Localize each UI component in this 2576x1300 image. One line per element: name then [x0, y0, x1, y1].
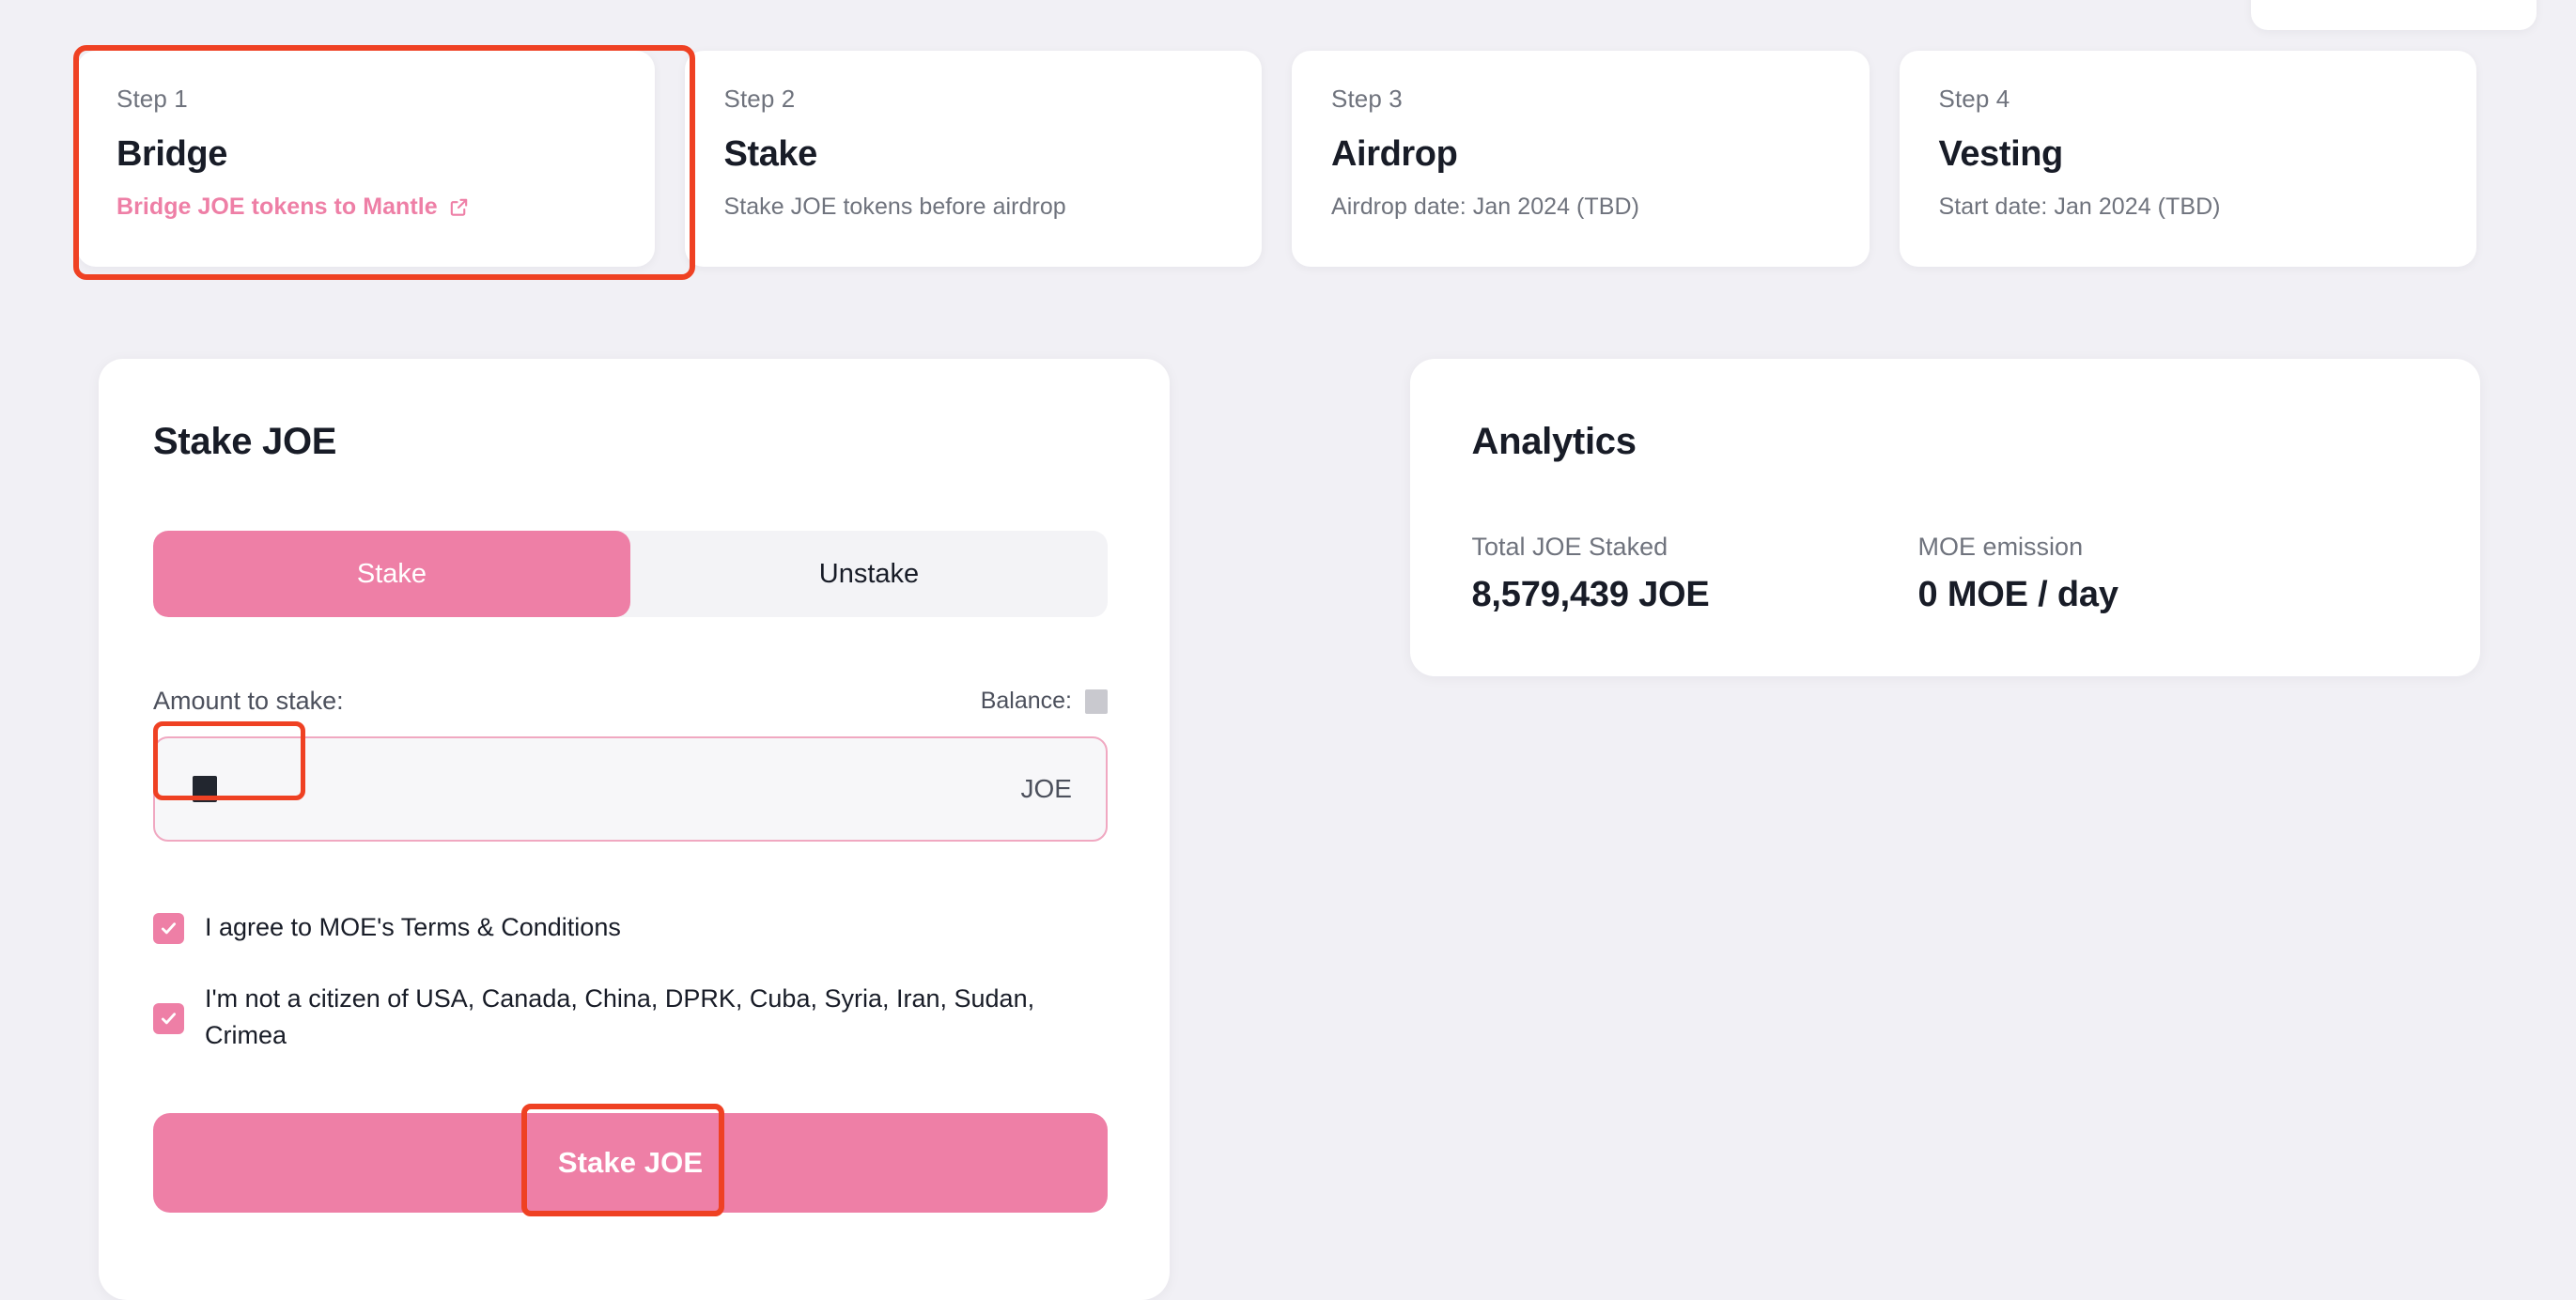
step-4-eyebrow: Step 4	[1938, 85, 2010, 113]
metric-moe-emission-value: 0 MOE / day	[1917, 575, 2118, 614]
stake-button-wrap: Stake JOE	[153, 1103, 1108, 1216]
stake-panel: Stake JOE Stake Unstake Amount to stake:…	[99, 359, 1170, 1300]
terms-checkbox[interactable]	[153, 913, 184, 944]
metric-total-joe-staked-label: Total JOE Staked	[1471, 533, 1668, 561]
analytics-panel: Analytics Total JOE Staked 8,579,439 JOE…	[1409, 359, 2480, 676]
step-3-desc: Airdrop date: Jan 2024 (TBD)	[1331, 193, 1639, 220]
analytics-metrics: Total JOE Staked 8,579,439 JOE MOE emiss…	[1472, 533, 2419, 615]
step-card-2[interactable]: Step 2 Stake Stake JOE tokens before air…	[684, 51, 1262, 267]
metric-total-joe-staked: Total JOE Staked 8,579,439 JOE	[1472, 533, 1710, 615]
check-icon	[161, 1013, 177, 1025]
balance-display: Balance:	[981, 688, 1108, 715]
step-2-desc: Stake JOE tokens before airdrop	[723, 193, 1066, 220]
step-2-title: Stake	[723, 134, 818, 174]
analytics-title: Analytics	[1471, 421, 1637, 462]
bridge-link-label: Bridge JOE tokens to Mantle	[116, 193, 438, 220]
tab-unstake[interactable]: Unstake	[630, 531, 1108, 617]
metric-moe-emission-label: MOE emission	[1917, 533, 2084, 561]
bridge-link[interactable]: Bridge JOE tokens to Mantle	[116, 193, 470, 221]
amount-header: Amount to stake: Balance:	[153, 687, 1108, 716]
step-4-title: Vesting	[1938, 134, 2064, 174]
stake-joe-button[interactable]: Stake JOE	[153, 1112, 1108, 1213]
citizenship-checkbox-row[interactable]: I'm not a citizen of USA, Canada, China,…	[153, 981, 1093, 1053]
external-link-icon	[448, 196, 470, 218]
terms-checkbox-row[interactable]: I agree to MOE's Terms & Conditions	[153, 909, 1093, 945]
top-right-panel	[2251, 0, 2537, 30]
stake-panel-title: Stake JOE	[153, 421, 337, 462]
balance-label: Balance:	[980, 688, 1072, 714]
step-4-desc: Start date: Jan 2024 (TBD)	[1938, 193, 2221, 220]
metric-moe-emission: MOE emission 0 MOE / day	[1918, 533, 2118, 615]
steps-row: Step 1 Bridge Bridge JOE tokens to Mantl…	[77, 51, 2476, 267]
step-card-3[interactable]: Step 3 Airdrop Airdrop date: Jan 2024 (T…	[1292, 51, 1870, 267]
step-1-title: Bridge	[116, 134, 227, 174]
amount-input-suffix: JOE	[1020, 774, 1072, 803]
stake-unstake-toggle: Stake Unstake	[153, 531, 1108, 617]
step-card-4[interactable]: Step 4 Vesting Start date: Jan 2024 (TBD…	[1899, 51, 2476, 267]
step-3-eyebrow: Step 3	[1331, 85, 1403, 113]
step-card-1[interactable]: Step 1 Bridge Bridge JOE tokens to Mantl…	[77, 51, 655, 267]
amount-input[interactable]	[217, 738, 1021, 840]
step-1-eyebrow: Step 1	[116, 85, 188, 113]
balance-value-redacted	[1085, 689, 1108, 714]
main-content-row: Stake JOE Stake Unstake Amount to stake:…	[99, 359, 2480, 1300]
citizenship-checkbox-label: I'm not a citizen of USA, Canada, China,…	[205, 984, 1035, 1049]
check-icon	[161, 922, 177, 935]
step-2-eyebrow: Step 2	[723, 85, 796, 113]
amount-input-redacted-value	[193, 776, 217, 802]
metric-total-joe-staked-value: 8,579,439 JOE	[1471, 575, 1710, 614]
step-3-title: Airdrop	[1331, 134, 1458, 174]
amount-to-stake-label: Amount to stake:	[153, 687, 344, 715]
tab-stake[interactable]: Stake	[153, 531, 630, 617]
citizenship-checkbox[interactable]	[153, 1003, 184, 1035]
amount-input-shell[interactable]: JOE	[153, 721, 1108, 842]
terms-checkbox-label: I agree to MOE's Terms & Conditions	[205, 913, 621, 941]
